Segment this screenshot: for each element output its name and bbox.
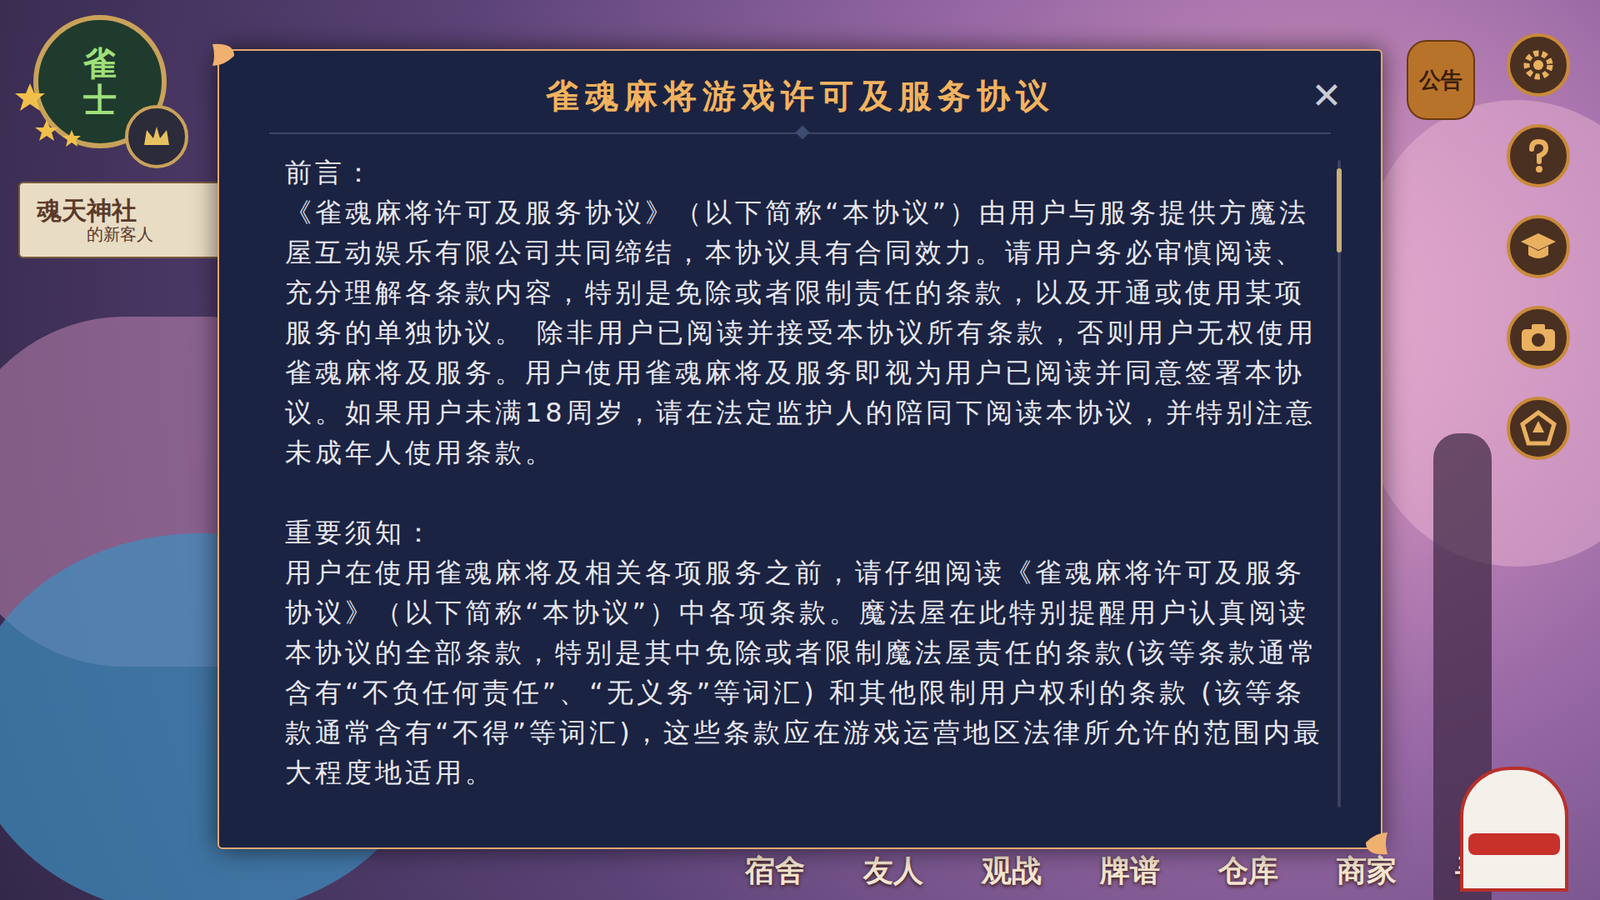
nav-button[interactable]: 友人: [851, 851, 935, 889]
nav-label: 观战: [981, 851, 1042, 889]
stars-icon: [11, 80, 87, 155]
scrollbar-track[interactable]: [1337, 160, 1341, 808]
petal-icon: [1362, 829, 1391, 858]
dtitle-text: 雀魂麻将游戏许可及服务协议: [545, 75, 1055, 116]
nav-button[interactable]: 观战: [970, 851, 1054, 889]
nav-button[interactable]: 牌谱: [1088, 851, 1172, 889]
dialog-header: 雀魂麻将游戏许可及服务协议: [219, 50, 1381, 133]
agreement-dialog: 雀魂麻将游戏许可及服务协议 ✕ 前言：《雀魂麻将许可及服务协议》（以下简称“本协…: [217, 49, 1383, 850]
pentagon-badge-icon: [1520, 410, 1557, 447]
nav-button[interactable]: 商家: [1325, 851, 1409, 889]
agreement-text[interactable]: 前言：《雀魂麻将许可及服务协议》（以下简称“本协议”）由用户与服务提供方魔法屋互…: [219, 134, 1328, 826]
nav-label: 友人: [863, 851, 924, 889]
agreement-section: 重要须知：用户在使用雀魂麻将及相关各项服务之前，请仔细阅读《雀魂麻将许可及服务协…: [285, 512, 1328, 793]
section-heading: 前言：: [285, 152, 1328, 193]
agreement-section: 前言：《雀魂麻将许可及服务协议》（以下简称“本协议”）由用户与服务提供方魔法屋互…: [285, 152, 1328, 473]
title2-text: 的新客人: [36, 224, 225, 245]
nav-label: 商家: [1336, 851, 1397, 889]
screenshot-button[interactable]: [1506, 305, 1570, 370]
nav-button[interactable]: 仓库: [1206, 851, 1290, 889]
gear-icon: [1520, 46, 1557, 84]
close-button[interactable]: ✕: [1305, 74, 1349, 118]
nav-label: 仓库: [1218, 851, 1279, 889]
petal-icon: [209, 40, 238, 70]
graduation-cap-icon: [1519, 230, 1558, 264]
dclose-text: ✕: [1311, 74, 1343, 118]
nav-button[interactable]: 宿舍: [733, 851, 817, 889]
rank-text: 雀士: [83, 45, 117, 119]
camera-icon: [1519, 321, 1558, 354]
section-body: 《雀魂麻将许可及服务协议》（以下简称“本协议”）由用户与服务提供方魔法屋互动娱乐…: [285, 192, 1328, 473]
lucky-cat[interactable]: [1460, 766, 1569, 892]
section-body: 用户在使用雀魂麻将及相关各项服务之前，请仔细阅读《雀魂麻将许可及服务协议》（以下…: [285, 552, 1328, 793]
divider-diamond: [795, 125, 810, 140]
lobby: 雀士 魂天神社 的新客人 公告 宿舍友人观战牌谱仓库商家寻觅: [0, 0, 1600, 900]
nav-label: 牌谱: [1100, 851, 1160, 889]
cat-collar: [1468, 833, 1560, 855]
achievement-button[interactable]: [1506, 396, 1570, 460]
title1-text: 魂天神社: [36, 196, 225, 225]
question-icon: [1521, 137, 1555, 175]
scrollbar-thumb[interactable]: [1336, 168, 1342, 253]
announce-text: 公告: [1419, 64, 1463, 97]
announcement-lantern[interactable]: 公告: [1406, 40, 1475, 120]
section-heading: 重要须知：: [285, 512, 1328, 553]
title-divider: [269, 132, 1331, 135]
side-icons: [1506, 33, 1570, 460]
title-banner: 魂天神社 的新客人: [18, 181, 227, 259]
rank-medal: [125, 105, 189, 169]
tutorial-button[interactable]: [1506, 215, 1570, 279]
settings-button[interactable]: [1506, 33, 1570, 97]
crown-icon: [140, 120, 174, 154]
bottom-nav: 宿舍友人观战牌谱仓库商家寻觅: [733, 851, 1527, 889]
help-button[interactable]: [1506, 124, 1570, 188]
nav-label: 宿舍: [745, 851, 805, 889]
